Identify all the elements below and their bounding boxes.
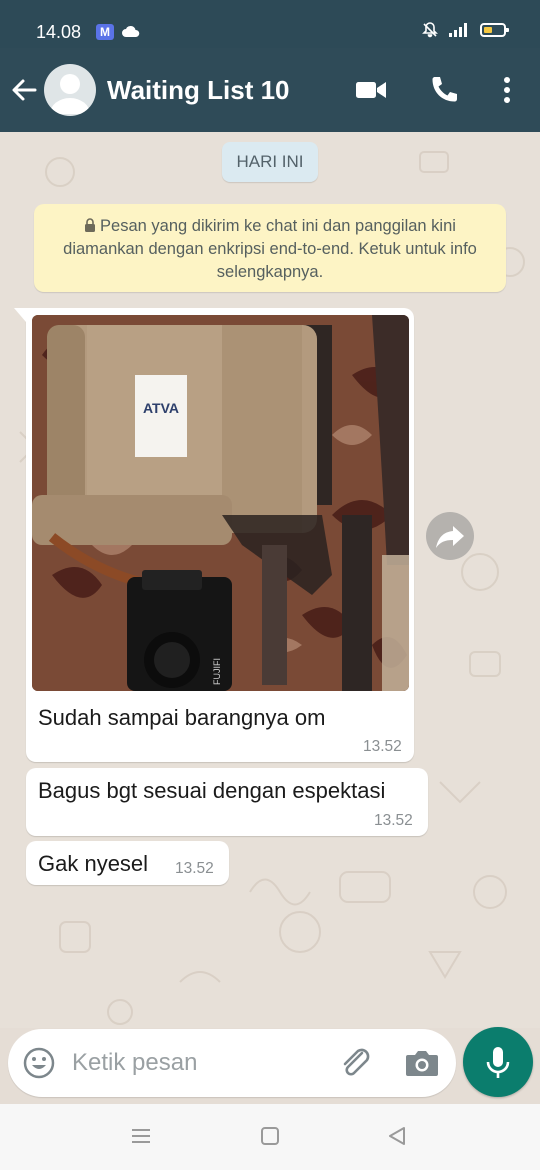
nav-back-icon[interactable] bbox=[386, 1126, 408, 1146]
message-time: 13.52 bbox=[363, 738, 402, 755]
photo-brand-label: ATVA bbox=[143, 400, 179, 416]
message-photo[interactable]: ATVA FUJIFI bbox=[32, 315, 409, 691]
message-text: Bagus bgt sesuai dengan espektasi bbox=[38, 778, 386, 803]
cloud-icon bbox=[122, 25, 140, 37]
back-arrow-icon[interactable] bbox=[10, 76, 38, 104]
battery-icon bbox=[480, 23, 509, 37]
message-time: 13.52 bbox=[175, 860, 214, 877]
status-time: 14.08 bbox=[36, 22, 82, 42]
status-icons bbox=[422, 22, 509, 38]
avatar[interactable] bbox=[44, 64, 96, 116]
text-message-bubble[interactable]: Gak nyesel 13.52 bbox=[26, 841, 229, 885]
lock-icon bbox=[85, 218, 96, 232]
system-navigation-bar bbox=[0, 1104, 540, 1170]
attach-icon[interactable] bbox=[338, 1045, 374, 1081]
video-call-icon[interactable] bbox=[355, 74, 387, 106]
message-text: Gak nyesel bbox=[38, 851, 149, 876]
date-chip: HARI INI bbox=[222, 142, 318, 182]
phone-icon[interactable] bbox=[428, 74, 460, 106]
more-vert-icon[interactable] bbox=[491, 74, 523, 106]
avatar-placeholder-icon bbox=[50, 74, 90, 114]
camera-icon[interactable] bbox=[404, 1047, 440, 1079]
chat-area[interactable]: HARI INI Pesan yang dikirim ke chat ini … bbox=[0, 132, 540, 1028]
bubble-tail bbox=[14, 308, 26, 322]
nav-home-icon[interactable] bbox=[259, 1126, 281, 1146]
text-message-bubble[interactable]: Bagus bgt sesuai dengan espektasi 13.52 bbox=[26, 768, 428, 836]
notification-app-icon: M bbox=[96, 24, 114, 40]
mute-bell-icon bbox=[422, 22, 438, 38]
forward-icon bbox=[436, 526, 464, 548]
camera-brand-label: FUJIFI bbox=[212, 658, 222, 685]
emoji-icon[interactable] bbox=[22, 1046, 56, 1080]
mic-icon bbox=[486, 1047, 510, 1078]
message-input[interactable]: Ketik pesan bbox=[72, 1049, 197, 1077]
nav-menu-icon[interactable] bbox=[130, 1126, 152, 1146]
message-text: Sudah sampai barangnya om bbox=[38, 705, 326, 730]
chat-title[interactable]: Waiting List 10 bbox=[107, 75, 290, 106]
encryption-notice[interactable]: Pesan yang dikirim ke chat ini dan pangg… bbox=[34, 204, 506, 292]
photo-content: ATVA FUJIFI bbox=[32, 315, 409, 691]
encryption-notice-text: Pesan yang dikirim ke chat ini dan pangg… bbox=[63, 217, 477, 281]
message-composer[interactable]: Ketik pesan bbox=[8, 1029, 456, 1097]
message-time: 13.52 bbox=[374, 812, 413, 829]
voice-record-button[interactable] bbox=[463, 1027, 533, 1097]
chat-header: Waiting List 10 bbox=[0, 48, 540, 132]
status-bar: 14.08 M bbox=[0, 0, 540, 48]
image-message-bubble[interactable]: ATVA FUJIFI Sudah sampai barangnya om 13… bbox=[14, 308, 414, 762]
forward-button[interactable] bbox=[426, 512, 474, 560]
signal-icon bbox=[449, 23, 467, 37]
